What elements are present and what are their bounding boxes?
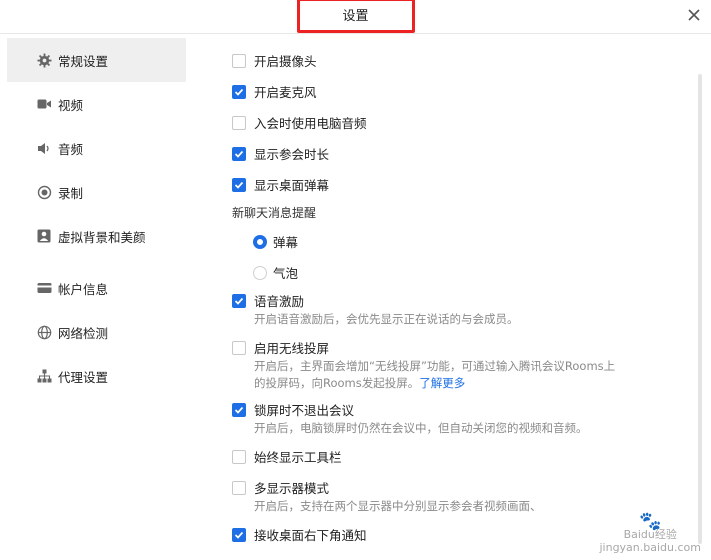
multi-display-option[interactable]: 多显示器模式	[232, 478, 329, 497]
gear-icon	[36, 52, 52, 68]
desktop-notification-checkbox[interactable]	[232, 527, 246, 542]
checkmark-icon	[234, 88, 244, 96]
camera-option[interactable]: 开启摄像头	[232, 51, 317, 70]
checkmark-icon	[234, 531, 244, 539]
voice-incentive-checkbox[interactable]	[232, 293, 246, 308]
option-label: 始终显示工具栏	[254, 450, 342, 465]
checkmark-icon	[234, 406, 244, 414]
description-line: 开启后，主界面会增加“无线投屏”功能，可通过输入腾讯会议Rooms上	[254, 359, 616, 373]
sidebar-item-label: 视频	[58, 97, 84, 113]
wireless-projection-description: 开启后，主界面会增加“无线投屏”功能，可通过输入腾讯会议Rooms上 的投屏码，…	[254, 358, 615, 392]
pc-audio-checkbox[interactable]	[232, 115, 246, 130]
lock-screen-option[interactable]: 锁屏时不退出会议	[232, 400, 354, 419]
option-label: 多显示器模式	[254, 481, 330, 496]
sidebar-item-audio[interactable]: 音频	[7, 126, 186, 170]
sidebar-item-network[interactable]: 网络检测	[7, 310, 186, 354]
option-label: 气泡	[273, 266, 299, 281]
description-line-2: 的投屏码，向Rooms发起投屏。了解更多	[254, 376, 466, 390]
option-label: 显示参会时长	[254, 147, 330, 162]
globe-icon	[36, 324, 52, 340]
multi-display-checkbox[interactable]	[232, 480, 246, 495]
paw-icon: 🐾	[639, 511, 662, 532]
general-settings-panel: 开启摄像头 开启麦克风 入会时使用电脑音频 显示参会时长 显示桌面弹幕 新聊天消…	[186, 34, 706, 560]
chat-alert-bubble-option[interactable]: 气泡	[253, 263, 298, 282]
sidebar-item-general[interactable]: 常规设置	[7, 38, 186, 82]
sidebar-item-proxy[interactable]: 代理设置	[7, 354, 186, 398]
option-label: 启用无线投屏	[254, 341, 330, 356]
sidebar-item-label: 虚拟背景和美颜	[58, 229, 146, 245]
video-camera-icon	[36, 96, 52, 112]
checkmark-icon	[234, 181, 244, 189]
duration-option[interactable]: 显示参会时长	[232, 144, 329, 163]
danmaku-checkbox[interactable]	[232, 177, 246, 192]
multi-display-description: 开启后，支持在两个显示器中分别显示参会者视频画面、	[254, 499, 542, 513]
option-label: 开启摄像头	[254, 54, 317, 69]
option-label: 入会时使用电脑音频	[254, 116, 367, 131]
toolbar-checkbox[interactable]	[232, 449, 246, 464]
voice-incentive-option[interactable]: 语音激励	[232, 291, 304, 310]
wireless-projection-option[interactable]: 启用无线投屏	[232, 338, 329, 357]
sidebar-item-label: 音频	[58, 141, 84, 157]
sidebar-item-virtual-background[interactable]: 虚拟背景和美颜	[7, 214, 186, 258]
option-label: 接收桌面右下角通知	[254, 528, 367, 543]
record-icon	[36, 184, 52, 200]
pc-audio-option[interactable]: 入会时使用电脑音频	[232, 113, 367, 132]
chat-alert-label: 新聊天消息提醒	[232, 206, 317, 220]
sidebar-item-label: 常规设置	[58, 53, 109, 69]
duration-checkbox[interactable]	[232, 146, 246, 161]
sidebar-item-label: 代理设置	[58, 369, 109, 385]
mic-option[interactable]: 开启麦克风	[232, 82, 317, 101]
sidebar-item-label: 网络检测	[58, 325, 109, 341]
baidu-jingyan-watermark: 🐾 Baidu经验 jingyan.baidu.com	[599, 511, 701, 555]
lock-screen-description: 开启后，电脑锁屏时仍然在会议中，但自动关闭您的视频和音频。	[254, 421, 588, 435]
radio-button[interactable]	[253, 234, 267, 249]
checkmark-icon	[234, 297, 244, 305]
id-card-icon	[36, 280, 52, 296]
speaker-icon	[36, 140, 52, 156]
sidebar-item-account[interactable]: 帐户信息	[7, 266, 186, 310]
chat-alert-danmaku-option[interactable]: 弹幕	[253, 232, 298, 251]
sidebar-item-label: 录制	[58, 185, 84, 201]
watermark-line2: jingyan.baidu.com	[599, 541, 701, 554]
checkmark-icon	[234, 150, 244, 158]
sidebar-item-record[interactable]: 录制	[7, 170, 186, 214]
learn-more-link[interactable]: 了解更多	[419, 376, 465, 390]
danmaku-option[interactable]: 显示桌面弹幕	[232, 175, 329, 194]
option-label: 语音激励	[254, 294, 305, 309]
vertical-scrollbar[interactable]	[698, 74, 702, 544]
network-tree-icon	[36, 368, 52, 384]
mic-checkbox[interactable]	[232, 84, 246, 99]
title-bar: 设置	[0, 0, 711, 34]
close-icon	[688, 9, 700, 21]
option-label: 锁屏时不退出会议	[254, 403, 355, 418]
radio-button[interactable]	[253, 265, 267, 280]
option-label: 显示桌面弹幕	[254, 178, 330, 193]
camera-checkbox[interactable]	[232, 53, 246, 68]
portrait-icon	[36, 228, 52, 244]
watermark-line1: Baidu经验	[623, 528, 677, 541]
lock-screen-checkbox[interactable]	[232, 402, 246, 417]
close-button[interactable]	[683, 4, 705, 26]
desktop-notification-option[interactable]: 接收桌面右下角通知	[232, 525, 367, 544]
settings-sidebar: 常规设置 视频 音频 录制 虚拟背景和美颜 帐户信息 网络检测 代理设置	[7, 38, 186, 560]
option-label: 开启麦克风	[254, 85, 317, 100]
sidebar-item-label: 帐户信息	[58, 281, 109, 297]
option-label: 弹幕	[273, 235, 299, 250]
toolbar-option[interactable]: 始终显示工具栏	[232, 447, 342, 466]
voice-incentive-description: 开启语音激励后，会优先显示正在说话的与会成员。	[254, 312, 519, 326]
wireless-projection-checkbox[interactable]	[232, 340, 246, 355]
sidebar-item-video[interactable]: 视频	[7, 82, 186, 126]
title-highlight-box	[297, 0, 415, 33]
